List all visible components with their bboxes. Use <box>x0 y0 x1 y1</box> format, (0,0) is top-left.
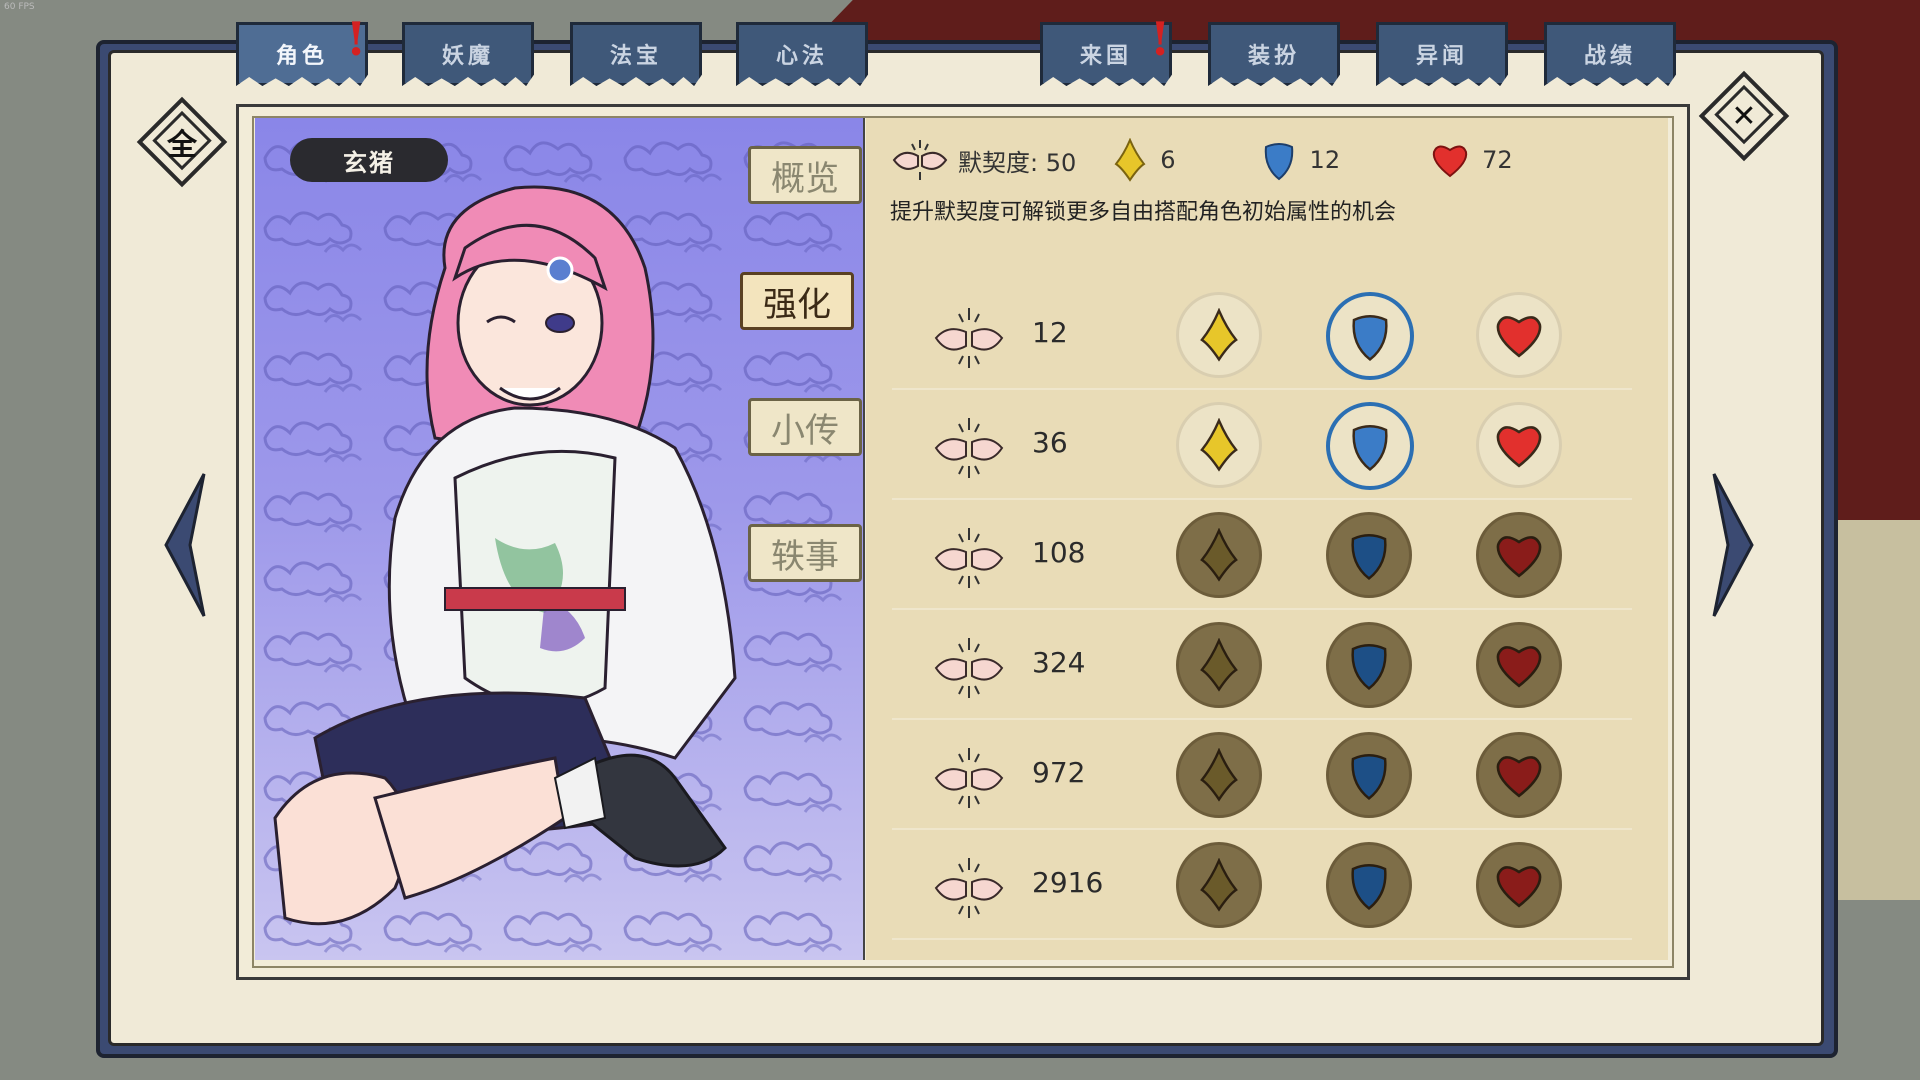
tab-4[interactable]: 心法 <box>736 22 868 86</box>
tab-2[interactable]: 妖魔 <box>402 22 534 86</box>
tab-3[interactable]: 法宝 <box>570 22 702 86</box>
close-icon: ✕ <box>1731 98 1757 134</box>
tab-label: 法宝 <box>609 44 662 69</box>
tab-6[interactable]: 装扮 <box>1208 22 1340 86</box>
prev-page-arrow[interactable] <box>160 470 210 620</box>
alert-icon: ! <box>1150 12 1171 66</box>
alert-icon: ! <box>346 12 367 66</box>
tab-label: 战绩 <box>1583 44 1636 69</box>
tab-label: 角色 <box>275 44 328 69</box>
tab-7[interactable]: 异闻 <box>1376 22 1508 86</box>
tab-label: 装扮 <box>1247 44 1300 69</box>
tab-label: 来国 <box>1079 44 1132 69</box>
next-page-arrow[interactable] <box>1708 470 1758 620</box>
tab-label: 妖魔 <box>441 44 494 69</box>
fps-counter: 60 FPS <box>4 2 35 12</box>
tab-8[interactable]: 战绩 <box>1544 22 1676 86</box>
tab-label: 异闻 <box>1415 44 1468 69</box>
inner-border <box>252 116 1674 968</box>
tab-label: 心法 <box>775 44 828 69</box>
